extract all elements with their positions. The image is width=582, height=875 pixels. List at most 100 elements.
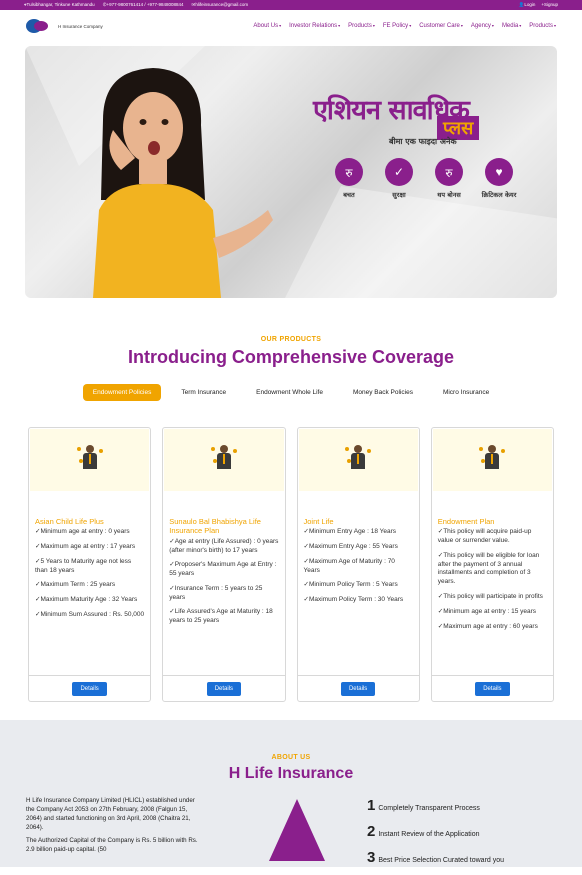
- products-section: OUR PRODUCTS Introducing Comprehensive C…: [0, 336, 582, 401]
- nav-item-media[interactable]: Media▾: [502, 23, 521, 29]
- company-logo[interactable]: H Insurance Company: [26, 17, 103, 35]
- heart-hands-icon: ♥: [485, 158, 513, 186]
- feature-security: ✓ सुरक्षा: [381, 158, 417, 199]
- feature-item: ✓Maximum Age of Maturity : 70 Years: [303, 557, 395, 574]
- details-button[interactable]: Details: [475, 681, 510, 696]
- process-steps: 1 Completely Transparent Process 2 Instant…: [367, 797, 504, 875]
- card-footer: Details: [297, 675, 419, 701]
- feature-label: थप बोनस: [437, 191, 461, 199]
- feature-item: ✓Minimum age at entry : 15 years: [437, 607, 537, 615]
- chevron-down-icon: ▾: [460, 23, 463, 28]
- card-footer: Details: [163, 675, 285, 701]
- details-button[interactable]: Details: [206, 681, 242, 696]
- card-footer: Details: [29, 675, 151, 701]
- about-body: H Life Insurance Company Limited (HLICL)…: [0, 797, 582, 875]
- hero-tagline: बीमा एक फाइदा अनेक: [389, 137, 457, 146]
- feature-item: ✓Minimum Entry Age : 18 Years: [303, 528, 397, 536]
- cash-bonus-icon: रु: [435, 158, 463, 186]
- tab-term-insurance[interactable]: Term Insurance: [171, 384, 236, 401]
- feature-item: ✓Maximum age at entry : 60 years: [437, 622, 538, 630]
- hero-features: रु बचत ✓ सुरक्षा रु थप बोनस ♥ क्रिटिकल क…: [331, 158, 517, 199]
- nav-item-products[interactable]: Products▾: [348, 23, 375, 29]
- about-paragraph: H Life Insurance Company Limited (HLICL)…: [26, 797, 195, 831]
- feature-savings: रु बचत: [331, 158, 367, 199]
- background-facet: [285, 186, 557, 298]
- feature-item: ✓This policy will be eligible for loan a…: [437, 551, 540, 586]
- product-cards: Asian Child Life Plus ✓Minimum age at en…: [0, 427, 582, 702]
- products-eyebrow: OUR PRODUCTS: [260, 336, 322, 343]
- tab-money-back-policies[interactable]: Money Back Policies: [343, 384, 423, 401]
- chevron-down-icon: ▾: [409, 23, 412, 28]
- triangle-graphic: [269, 799, 325, 861]
- login-link[interactable]: 👤Login: [519, 2, 536, 8]
- nav-item-fe-policy[interactable]: FE Policy▾: [383, 23, 411, 29]
- product-title: Sunaulo Bal Bhabishya Life Insurance Pla…: [169, 517, 261, 536]
- feature-item: ✓Minimum Policy Term : 5 Years: [303, 581, 398, 589]
- hero-banner: एशियन सावधिक प्लस बीमा एक फाइदा अनेक रु …: [25, 46, 557, 298]
- tab-micro-insurance[interactable]: Micro Insurance: [433, 384, 499, 401]
- details-button[interactable]: Details: [72, 681, 107, 696]
- about-title: H Life Insurance: [228, 765, 354, 782]
- phone-text: ✆+977-9800761414 / +977-9848008844: [102, 2, 184, 7]
- feature-item: ✓This policy will acquire paid-up value …: [437, 528, 532, 545]
- feature-item: ✓Insurance Term : 5 years to 25 years: [169, 584, 263, 601]
- product-title: Endowment Plan: [437, 517, 495, 526]
- feature-item: ✓Maximum Entry Age : 55 Years: [303, 543, 398, 551]
- feature-item: ✓Maximum Maturity Age : 32 Years: [35, 596, 138, 604]
- products-title: Introducing Comprehensive Coverage: [127, 347, 455, 367]
- card-footer: Details: [431, 675, 553, 701]
- businessman-coins-icon: [345, 445, 372, 475]
- feature-critical-care: ♥ क्रिटिकल केयर: [481, 158, 517, 199]
- product-card: Joint Life ✓Minimum Entry Age : 18 Years…: [296, 427, 420, 702]
- nav-item-agency[interactable]: Agency▾: [471, 23, 494, 29]
- businessman-coins-icon: [210, 445, 237, 475]
- nav-item-investor-relations[interactable]: Investor Relations▾: [289, 23, 340, 29]
- feature-bonus: रु थप बोनस: [431, 158, 467, 199]
- shield-icon: ✓: [385, 158, 413, 186]
- money-bag-icon: रु: [335, 158, 363, 186]
- product-title: Joint Life: [303, 517, 334, 526]
- product-features: ✓Age at entry (Life Assured) : 0 years (…: [163, 538, 284, 626]
- feature-label: सुरक्षा: [392, 191, 406, 199]
- main-navigation: H Insurance Company About Us▾ Investor R…: [0, 10, 582, 42]
- product-features: ✓This policy will acquire paid-up value …: [432, 528, 553, 631]
- product-title: Asian Child Life Plus: [35, 517, 104, 526]
- tab-endowment-whole-life[interactable]: Endowment Whole Life: [246, 384, 333, 401]
- feature-label: बचत: [343, 191, 355, 199]
- feature-item: ✓Minimum age at entry : 0 years: [35, 528, 130, 536]
- top-info-bar: ⌖Tulsibhangar, Tinkune Kathmandu ✆+977-9…: [0, 0, 582, 10]
- product-card: Sunaulo Bal Bhabishya Life Insurance Pla…: [162, 427, 286, 702]
- signup-link[interactable]: +Signup: [541, 2, 558, 8]
- product-features: ✓Minimum Entry Age : 18 Years ✓Maximum E…: [298, 528, 419, 605]
- address-text: ⌖Tulsibhangar, Tinkune Kathmandu: [24, 2, 95, 7]
- about-text: H Life Insurance Company Limited (HLICL)…: [26, 797, 201, 875]
- feature-label: क्रिटिकल केयर: [481, 191, 517, 199]
- chevron-down-icon: ▾: [279, 23, 282, 28]
- feature-item: ✓5 Years to Maturity age not less than 1…: [35, 557, 132, 574]
- product-image: [298, 429, 418, 491]
- product-tabs: Endowment Policies Term Insurance Endowm…: [0, 384, 582, 401]
- logo-icon: [26, 17, 52, 35]
- businessman-coins-icon: [479, 445, 506, 475]
- process-step: 3 Best Price Selection Curated toward you: [367, 849, 505, 866]
- feature-item: ✓Minimum Sum Assured : Rs. 50,000: [35, 610, 145, 618]
- tab-endowment-policies[interactable]: Endowment Policies: [82, 384, 162, 401]
- about-section: ABOUT US H Life Insurance H Life Insuran…: [0, 720, 582, 867]
- feature-item: ✓This policy will participate in profits: [437, 592, 543, 600]
- product-image: [30, 429, 150, 491]
- chevron-down-icon: ▾: [372, 23, 375, 28]
- nav-item-customer-care[interactable]: Customer Care▾: [419, 23, 463, 29]
- process-step: 1 Completely Transparent Process: [367, 797, 480, 814]
- email-link[interactable]: ✉hlifeinsurance@gmail.com: [192, 2, 249, 8]
- feature-item: ✓Maximum age at entry : 17 years: [35, 543, 136, 551]
- feature-item: ✓Proposer's Maximum Age at Entry : 55 ye…: [169, 561, 277, 578]
- chevron-down-icon: ▾: [491, 23, 494, 28]
- product-image: [164, 429, 284, 491]
- about-eyebrow: ABOUT US: [271, 754, 311, 761]
- product-card: Asian Child Life Plus ✓Minimum age at en…: [28, 427, 152, 702]
- details-button[interactable]: Details: [340, 681, 376, 696]
- businessman-coins-icon: [76, 445, 103, 475]
- nav-item-about-us[interactable]: About Us▾: [253, 23, 281, 29]
- feature-item: ✓Age at entry (Life Assured) : 0 years (…: [169, 537, 279, 554]
- nav-item-products-2[interactable]: Products▾: [529, 23, 556, 29]
